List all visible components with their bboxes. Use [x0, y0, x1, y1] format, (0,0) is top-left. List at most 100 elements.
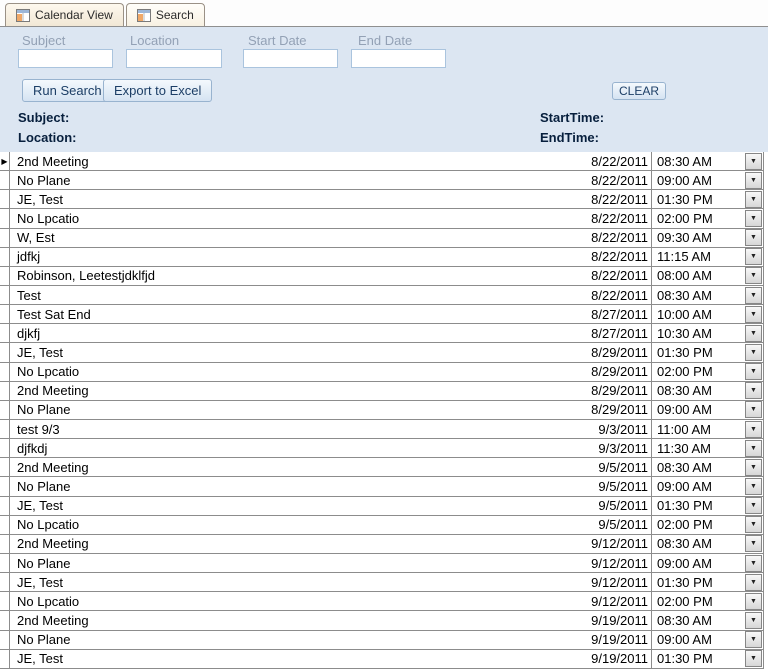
- record-selector[interactable]: [0, 267, 10, 285]
- record-time-combo[interactable]: 08:30 AM▼: [651, 611, 764, 629]
- record-selector[interactable]: [0, 516, 10, 534]
- dropdown-arrow-icon[interactable]: ▼: [745, 248, 762, 265]
- record-time-combo[interactable]: 08:30 AM▼: [651, 286, 764, 304]
- start-date-search-input[interactable]: [243, 49, 338, 68]
- record-row[interactable]: 2nd Meeting8/29/201108:30 AM▼: [0, 382, 764, 401]
- record-row[interactable]: JE, Test8/22/201101:30 PM▼: [0, 190, 764, 209]
- record-selector[interactable]: [0, 535, 10, 553]
- dropdown-arrow-icon[interactable]: ▼: [745, 229, 762, 246]
- tab-calendar-view[interactable]: Calendar View: [5, 3, 124, 26]
- record-selector[interactable]: [0, 229, 10, 247]
- dropdown-arrow-icon[interactable]: ▼: [745, 267, 762, 284]
- record-time-combo[interactable]: 09:00 AM▼: [651, 554, 764, 572]
- record-time-combo[interactable]: 11:15 AM▼: [651, 248, 764, 266]
- dropdown-arrow-icon[interactable]: ▼: [745, 574, 762, 591]
- dropdown-arrow-icon[interactable]: ▼: [745, 325, 762, 342]
- record-row[interactable]: jdfkj8/22/201111:15 AM▼: [0, 248, 764, 267]
- record-time-combo[interactable]: 01:30 PM▼: [651, 343, 764, 361]
- record-row[interactable]: djfkdj9/3/201111:30 AM▼: [0, 439, 764, 458]
- record-row[interactable]: djkfj8/27/201110:30 AM▼: [0, 324, 764, 343]
- record-row[interactable]: No Lpcatio9/12/201102:00 PM▼: [0, 592, 764, 611]
- record-selector[interactable]: [0, 190, 10, 208]
- record-row[interactable]: No Plane9/19/201109:00 AM▼: [0, 631, 764, 650]
- dropdown-arrow-icon[interactable]: ▼: [745, 401, 762, 418]
- dropdown-arrow-icon[interactable]: ▼: [745, 555, 762, 572]
- record-time-combo[interactable]: 02:00 PM▼: [651, 516, 764, 534]
- record-row[interactable]: ▶2nd Meeting8/22/201108:30 AM▼: [0, 152, 764, 171]
- dropdown-arrow-icon[interactable]: ▼: [745, 631, 762, 648]
- record-time-combo[interactable]: 01:30 PM▼: [651, 573, 764, 591]
- record-row[interactable]: JE, Test9/19/201101:30 PM▼: [0, 650, 764, 669]
- record-selector[interactable]: [0, 420, 10, 438]
- record-time-combo[interactable]: 10:00 AM▼: [651, 305, 764, 323]
- record-time-combo[interactable]: 11:30 AM▼: [651, 439, 764, 457]
- record-time-combo[interactable]: 08:30 AM▼: [651, 382, 764, 400]
- record-row[interactable]: JE, Test8/29/201101:30 PM▼: [0, 343, 764, 362]
- dropdown-arrow-icon[interactable]: ▼: [745, 344, 762, 361]
- dropdown-arrow-icon[interactable]: ▼: [745, 210, 762, 227]
- record-row[interactable]: No Plane9/12/201109:00 AM▼: [0, 554, 764, 573]
- record-time-combo[interactable]: 09:30 AM▼: [651, 229, 764, 247]
- dropdown-arrow-icon[interactable]: ▼: [745, 421, 762, 438]
- export-to-excel-button[interactable]: Export to Excel: [103, 79, 212, 102]
- record-row[interactable]: W, Est8/22/201109:30 AM▼: [0, 229, 764, 248]
- dropdown-arrow-icon[interactable]: ▼: [745, 153, 762, 170]
- record-time-combo[interactable]: 09:00 AM▼: [651, 477, 764, 495]
- record-time-combo[interactable]: 08:00 AM▼: [651, 267, 764, 285]
- record-selector[interactable]: [0, 343, 10, 361]
- record-time-combo[interactable]: 08:30 AM▼: [651, 458, 764, 476]
- record-row[interactable]: No Plane9/5/201109:00 AM▼: [0, 477, 764, 496]
- tab-search[interactable]: Search: [126, 3, 205, 26]
- record-selector[interactable]: [0, 554, 10, 572]
- record-selector[interactable]: [0, 573, 10, 591]
- record-selector[interactable]: ▶: [0, 152, 10, 170]
- subject-search-input[interactable]: [18, 49, 113, 68]
- record-row[interactable]: 2nd Meeting9/5/201108:30 AM▼: [0, 458, 764, 477]
- record-time-combo[interactable]: 01:30 PM▼: [651, 190, 764, 208]
- dropdown-arrow-icon[interactable]: ▼: [745, 612, 762, 629]
- dropdown-arrow-icon[interactable]: ▼: [745, 535, 762, 552]
- record-row[interactable]: No Lpcatio9/5/201102:00 PM▼: [0, 516, 764, 535]
- record-selector[interactable]: [0, 209, 10, 227]
- record-selector[interactable]: [0, 382, 10, 400]
- record-selector[interactable]: [0, 286, 10, 304]
- record-selector[interactable]: [0, 305, 10, 323]
- record-row[interactable]: JE, Test9/12/201101:30 PM▼: [0, 573, 764, 592]
- dropdown-arrow-icon[interactable]: ▼: [745, 459, 762, 476]
- dropdown-arrow-icon[interactable]: ▼: [745, 650, 762, 667]
- record-time-combo[interactable]: 02:00 PM▼: [651, 209, 764, 227]
- record-row[interactable]: Test8/22/201108:30 AM▼: [0, 286, 764, 305]
- record-row[interactable]: No Plane8/29/201109:00 AM▼: [0, 401, 764, 420]
- dropdown-arrow-icon[interactable]: ▼: [745, 287, 762, 304]
- record-time-combo[interactable]: 01:30 PM▼: [651, 497, 764, 515]
- record-row[interactable]: Test Sat End8/27/201110:00 AM▼: [0, 305, 764, 324]
- record-time-combo[interactable]: 08:30 AM▼: [651, 535, 764, 553]
- dropdown-arrow-icon[interactable]: ▼: [745, 478, 762, 495]
- record-row[interactable]: 2nd Meeting9/12/201108:30 AM▼: [0, 535, 764, 554]
- record-selector[interactable]: [0, 439, 10, 457]
- record-row[interactable]: No Plane8/22/201109:00 AM▼: [0, 171, 764, 190]
- dropdown-arrow-icon[interactable]: ▼: [745, 593, 762, 610]
- record-selector[interactable]: [0, 363, 10, 381]
- record-time-combo[interactable]: 02:00 PM▼: [651, 363, 764, 381]
- record-selector[interactable]: [0, 497, 10, 515]
- location-search-input[interactable]: [126, 49, 222, 68]
- clear-button[interactable]: CLEAR: [612, 82, 666, 100]
- record-time-combo[interactable]: 09:00 AM▼: [651, 401, 764, 419]
- record-selector[interactable]: [0, 592, 10, 610]
- record-time-combo[interactable]: 09:00 AM▼: [651, 171, 764, 189]
- dropdown-arrow-icon[interactable]: ▼: [745, 382, 762, 399]
- record-time-combo[interactable]: 11:00 AM▼: [651, 420, 764, 438]
- dropdown-arrow-icon[interactable]: ▼: [745, 191, 762, 208]
- record-time-combo[interactable]: 10:30 AM▼: [651, 324, 764, 342]
- record-row[interactable]: 2nd Meeting9/19/201108:30 AM▼: [0, 611, 764, 630]
- record-selector[interactable]: [0, 324, 10, 342]
- record-selector[interactable]: [0, 477, 10, 495]
- dropdown-arrow-icon[interactable]: ▼: [745, 497, 762, 514]
- dropdown-arrow-icon[interactable]: ▼: [745, 440, 762, 457]
- record-selector[interactable]: [0, 458, 10, 476]
- record-selector[interactable]: [0, 611, 10, 629]
- dropdown-arrow-icon[interactable]: ▼: [745, 516, 762, 533]
- record-selector[interactable]: [0, 650, 10, 668]
- record-selector[interactable]: [0, 171, 10, 189]
